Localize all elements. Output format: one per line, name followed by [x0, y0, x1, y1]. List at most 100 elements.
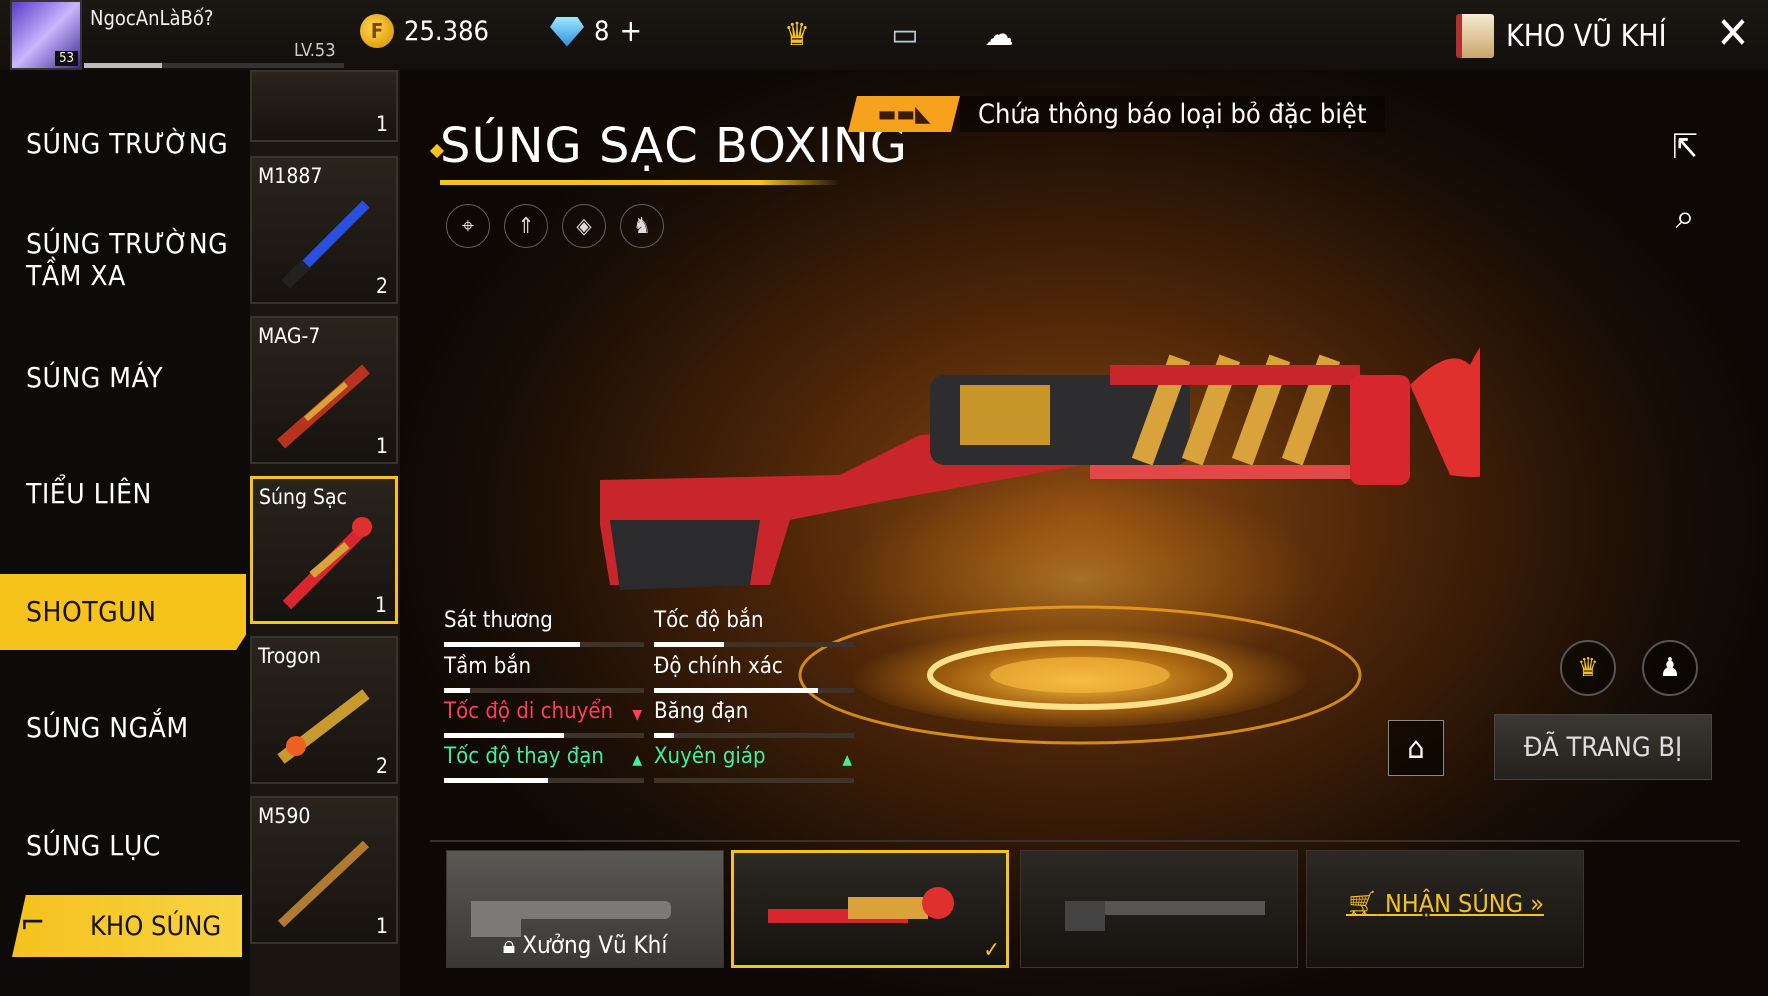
weapon-thumb-trogon[interactable]: Trogon 2 — [250, 636, 398, 784]
diamond-icon — [550, 16, 584, 47]
workshop-slot[interactable]: 🔒︎ Xưởng Vũ Khí — [446, 850, 724, 968]
stat-bar — [654, 733, 854, 738]
weapon-thumb-m590[interactable]: M590 1 — [250, 796, 398, 944]
get-gun-text: NHẬN SÚNG — [1384, 889, 1524, 918]
weapon-count: 1 — [375, 914, 388, 938]
stat-bar — [654, 642, 854, 647]
category-long-range-rifle[interactable]: SÚNG TRƯỜNG TẦM XA — [26, 228, 228, 292]
checkmark-icon: ✓ — [983, 938, 1000, 963]
weapon-count: 1 — [375, 434, 388, 458]
crown-search-icon[interactable]: ♛ — [1560, 640, 1616, 696]
pistol-icon: ⌐ — [20, 903, 46, 943]
details-search-icon[interactable]: ⌕ — [1660, 192, 1710, 242]
mag7-icon — [277, 364, 370, 449]
weapon-thumb-m1887[interactable]: M1887 2 — [250, 156, 398, 304]
stat-reload: Tốc độ thay đạn ▲ — [444, 744, 644, 783]
removal-notice[interactable]: ▬▬◣ Chứa thông báo loại bỏ đặc biệt — [848, 94, 1385, 134]
gold-coin-icon: F — [360, 14, 394, 48]
upgrade-arrows-icon[interactable]: ⇑ — [504, 204, 548, 248]
cloud-gift-icon[interactable]: ☁ — [966, 8, 1032, 60]
category-pistol[interactable]: SÚNG LỤC — [26, 830, 161, 862]
category-sniper[interactable]: SÚNG NGẮM — [26, 712, 189, 744]
top-bar: 53 NgocAnLàBố? LV.53 F 25.386 8 + ♛ ▭ ☁ … — [0, 0, 1768, 70]
stat-bar — [654, 688, 854, 693]
stat-bar — [444, 688, 644, 693]
stat-fire-rate: Tốc độ bắn — [654, 608, 854, 647]
arrow-up-icon: ▲ — [632, 752, 642, 768]
weapon-thumb-boxing-shotgun[interactable]: Súng Sạc 1 — [250, 476, 398, 624]
character-preview-icon[interactable]: ♟ — [1642, 640, 1698, 696]
stat-bar — [654, 778, 854, 783]
share-icon[interactable]: ⇱ — [1660, 122, 1710, 172]
category-shotgun[interactable]: SHOTGUN — [0, 574, 246, 650]
character-icon[interactable]: ♞ — [620, 204, 664, 248]
stat-magazine: Băng đạn — [654, 699, 854, 738]
arrow-down-icon: ▼ — [632, 707, 642, 723]
diamond-balance: 8 + — [550, 14, 642, 49]
stat-label: Sát thương — [444, 608, 553, 633]
weapon-count: 2 — [375, 274, 388, 298]
workshop-text: Xưởng Vũ Khí — [522, 931, 668, 959]
stat-label: Băng đạn — [654, 699, 749, 724]
stat-label: Tốc độ di chuyển — [444, 699, 614, 724]
bottom-divider — [430, 840, 1740, 842]
stat-armor-pen: Xuyên giáp ▲ — [654, 744, 854, 783]
weapon-title-text: SÚNG SẠC BOXING — [440, 118, 908, 174]
boxing-shotgun-render — [600, 347, 1480, 590]
locked-gun-silhouette — [471, 901, 671, 937]
stat-label: Tầm bắn — [444, 654, 532, 679]
stat-move-speed: Tốc độ di chuyển ▼ — [444, 699, 644, 738]
tag-icon[interactable]: ◈ — [562, 204, 606, 248]
weapon-storage-label: KHO SÚNG — [90, 910, 222, 942]
skin-slot-boxing[interactable]: ✓ — [731, 850, 1009, 968]
trogon-icon — [277, 689, 370, 764]
player-avatar[interactable]: 53 — [10, 0, 82, 70]
player-level: LV.53 — [294, 40, 336, 61]
coin-amount: 25.386 — [404, 15, 489, 47]
diamond-amount: 8 — [594, 16, 610, 47]
stat-bar — [444, 778, 644, 783]
m590-icon — [277, 840, 370, 928]
category-smg[interactable]: TIỂU LIÊN — [26, 478, 152, 510]
stat-damage: Sát thương — [444, 608, 644, 647]
category-rifle[interactable]: SÚNG TRƯỜNG — [26, 128, 228, 160]
crosshair-icon[interactable]: ⌖ — [446, 204, 490, 248]
boxing-skin-thumb — [768, 887, 954, 923]
rank-crown-icon[interactable]: ♛ — [764, 8, 830, 60]
weapon-count: 2 — [375, 754, 388, 778]
weapon-thumb-mag7[interactable]: MAG-7 1 — [250, 316, 398, 464]
weapon-thumb[interactable]: 1 — [250, 70, 398, 142]
skin-slot-default[interactable] — [1020, 850, 1298, 968]
arrow-up-icon: ▲ — [842, 752, 852, 768]
default-skin-thumb — [1065, 901, 1265, 931]
book-icon — [1456, 14, 1494, 58]
home-icon[interactable]: ⌂ — [1388, 720, 1444, 776]
get-gun-link[interactable]: 🛒︎ NHẬN SÚNG » — [1307, 889, 1583, 919]
page-title: KHO VŨ KHÍ — [1456, 14, 1667, 58]
equipped-button[interactable]: ĐÃ TRANG BỊ — [1494, 714, 1712, 780]
stat-bar — [444, 642, 644, 647]
weapon-count: 1 — [374, 593, 387, 617]
workshop-label: 🔒︎ Xưởng Vũ Khí — [447, 931, 723, 959]
stat-label: Tốc độ thay đạn — [444, 744, 604, 769]
add-diamond-button[interactable]: + — [619, 14, 642, 49]
m1887-icon — [281, 200, 370, 289]
boxing-shotgun-icon — [282, 517, 372, 610]
get-gun-slot[interactable]: 🛒︎ NHẬN SÚNG » — [1306, 850, 1584, 968]
stat-label: Tốc độ bắn — [654, 608, 764, 633]
notice-text: Chứa thông báo loại bỏ đặc biệt — [960, 96, 1385, 132]
title-underline — [440, 180, 840, 185]
membership-card-icon[interactable]: ▭ — [872, 8, 938, 60]
weapon-storage-button[interactable]: ⌐ KHO SÚNG — [12, 895, 242, 957]
lock-icon: 🔒︎ — [502, 931, 516, 959]
category-machine-gun[interactable]: SÚNG MÁY — [26, 362, 163, 394]
stat-bar — [444, 733, 644, 738]
weapon-count: 1 — [375, 112, 388, 136]
stat-label: Xuyên giáp — [654, 744, 766, 769]
player-name: NgocAnLàBố? — [90, 6, 214, 30]
coin-balance: F 25.386 — [360, 14, 489, 48]
close-icon[interactable]: ✕ — [1712, 12, 1754, 56]
xp-bar — [84, 63, 344, 68]
stat-range: Tầm bắn — [444, 654, 644, 693]
shotgun-tag-icon: ▬▬◣ — [848, 96, 960, 132]
